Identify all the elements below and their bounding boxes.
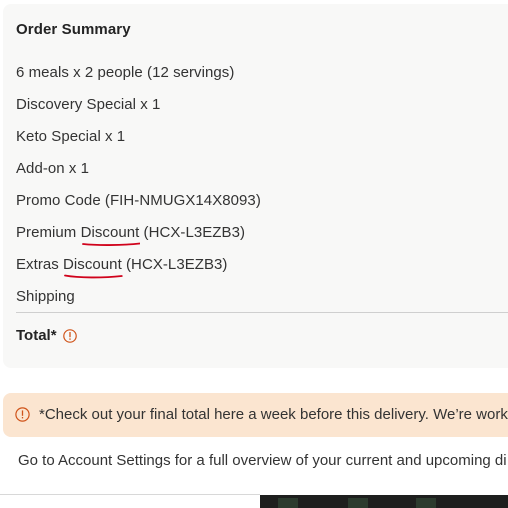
line-item-keto-special: Keto Special x 1 [16, 128, 126, 145]
line-item-extras-discount: Extras Discount (HCX-L3EZB3) [16, 256, 228, 279]
premium-discount-word: Discount [80, 224, 141, 246]
premium-discount-code: (HCX-L3EZB3) [139, 224, 246, 241]
line-item-add-on: Add-on x 1 [16, 160, 90, 177]
extras-discount-word-text: Discount [63, 256, 122, 273]
strip-tile [348, 498, 368, 508]
account-settings-text: Go to Account Settings for a full overvi… [18, 452, 507, 469]
strip-tile [278, 498, 298, 508]
total-row: Total* [16, 327, 77, 344]
line-item-meals: 6 meals x 2 people (12 servings) [16, 64, 235, 81]
extras-discount-prefix: Extras [16, 256, 64, 273]
extras-discount-word: Discount [63, 256, 123, 279]
line-item-discovery-special: Discovery Special x 1 [16, 96, 161, 113]
info-circle-icon[interactable] [62, 328, 77, 343]
delivery-notice-banner: *Check out your final total here a week … [3, 393, 508, 437]
info-circle-icon [15, 407, 30, 422]
order-summary-title: Order Summary [16, 21, 131, 38]
line-item-shipping: Shipping [16, 288, 75, 305]
dark-bottom-strip [260, 495, 508, 508]
order-summary-page: Order Summary 6 meals x 2 people (12 ser… [0, 0, 508, 508]
line-item-premium-discount: Premium Discount (HCX-L3EZB3) [16, 224, 246, 246]
bottom-divider [0, 494, 260, 495]
notice-text: *Check out your final total here a week … [39, 406, 508, 423]
total-label: Total* [16, 327, 57, 344]
order-summary-card [3, 4, 508, 368]
premium-discount-word-text: Discount [80, 224, 140, 241]
strip-tile [416, 498, 436, 508]
extras-discount-code: (HCX-L3EZB3) [121, 256, 228, 273]
summary-divider [16, 312, 508, 313]
line-item-promo-code: Promo Code (FIH-NMUGX14X8093) [16, 192, 261, 209]
premium-discount-prefix: Premium [16, 224, 81, 241]
